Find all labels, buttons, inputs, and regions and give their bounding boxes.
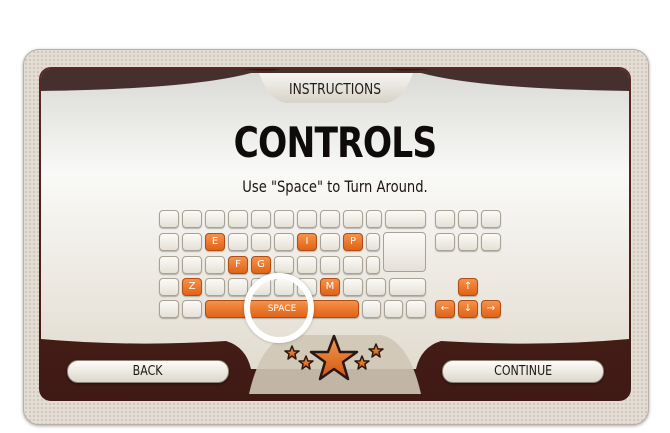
key bbox=[384, 300, 403, 318]
key bbox=[182, 300, 202, 318]
key bbox=[385, 210, 426, 228]
key-m: M bbox=[320, 278, 340, 296]
key-i: I bbox=[297, 233, 317, 251]
continue-button-label: CONTINUE bbox=[493, 364, 553, 379]
key bbox=[274, 256, 294, 274]
instruction-text: Use "Space" to Turn Around. bbox=[242, 177, 428, 196]
key bbox=[320, 233, 340, 251]
key bbox=[205, 278, 225, 296]
key-g: G bbox=[251, 256, 271, 274]
key bbox=[366, 278, 386, 296]
arrow-right-key: → bbox=[481, 300, 501, 318]
key bbox=[251, 210, 271, 228]
key bbox=[182, 210, 202, 228]
key bbox=[228, 278, 248, 296]
key bbox=[159, 256, 179, 274]
back-button[interactable]: BACK bbox=[67, 360, 229, 383]
key bbox=[228, 210, 248, 228]
key-z: Z bbox=[182, 278, 202, 296]
enter-key bbox=[383, 232, 426, 272]
arrow-left-key: ← bbox=[435, 300, 455, 318]
key bbox=[366, 233, 380, 251]
star-rating bbox=[279, 334, 389, 387]
star-icon bbox=[298, 355, 314, 370]
key bbox=[251, 233, 271, 251]
star-icon bbox=[354, 355, 370, 370]
star-icon bbox=[309, 334, 359, 381]
key bbox=[274, 233, 294, 251]
key bbox=[297, 256, 317, 274]
key-f: F bbox=[228, 256, 248, 274]
key bbox=[343, 278, 363, 296]
key bbox=[182, 256, 202, 274]
page-title: INSTRUCTIONS bbox=[288, 80, 382, 98]
key-e: E bbox=[205, 233, 225, 251]
key bbox=[159, 233, 179, 251]
key bbox=[366, 210, 382, 228]
key bbox=[435, 233, 455, 251]
key bbox=[159, 210, 179, 228]
key bbox=[481, 233, 501, 251]
arrow-up-key: ↑ bbox=[458, 278, 478, 296]
back-button-label: BACK bbox=[133, 364, 163, 379]
key bbox=[366, 256, 380, 274]
star-icon bbox=[284, 345, 300, 360]
key bbox=[458, 210, 478, 228]
star-icon bbox=[368, 343, 384, 358]
key bbox=[320, 256, 340, 274]
arrow-down-key: ↓ bbox=[458, 300, 478, 318]
key bbox=[182, 233, 202, 251]
continue-button[interactable]: CONTINUE bbox=[442, 360, 604, 383]
key bbox=[389, 278, 426, 296]
key bbox=[205, 210, 225, 228]
key bbox=[228, 233, 248, 251]
key bbox=[406, 300, 426, 318]
key bbox=[481, 210, 501, 228]
key bbox=[274, 210, 294, 228]
highlight-ring bbox=[244, 273, 314, 343]
key bbox=[159, 300, 179, 318]
key bbox=[343, 256, 363, 274]
key bbox=[343, 210, 363, 228]
key bbox=[159, 278, 179, 296]
controls-heading: CONTROLS bbox=[233, 118, 438, 167]
key bbox=[205, 256, 225, 274]
key bbox=[320, 210, 340, 228]
key bbox=[362, 300, 381, 318]
key-p: P bbox=[343, 233, 363, 251]
key bbox=[458, 233, 478, 251]
key bbox=[297, 210, 317, 228]
key bbox=[435, 210, 455, 228]
